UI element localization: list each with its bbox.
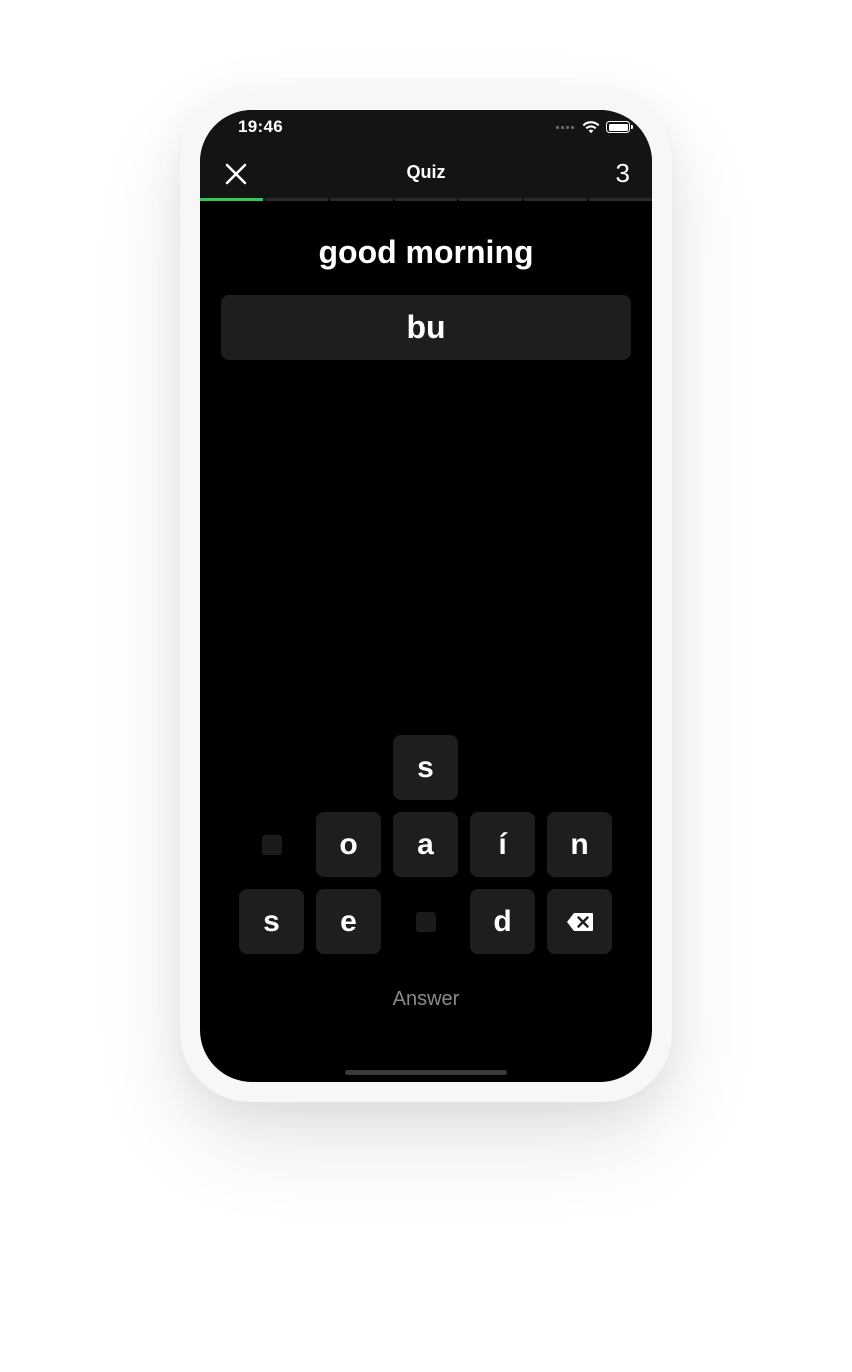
letter-key-s[interactable]: s [393, 735, 458, 800]
letter-key-i-acute[interactable]: í [470, 812, 535, 877]
battery-icon [606, 121, 633, 133]
letter-key-o[interactable]: o [316, 812, 381, 877]
quiz-progress-bar [200, 198, 652, 201]
remaining-count: 3 [615, 158, 630, 188]
status-icons [556, 118, 633, 136]
progress-segment [329, 198, 393, 201]
question-prompt: good morning [318, 234, 534, 270]
letter-key-n[interactable]: n [547, 812, 612, 877]
wifi-icon [582, 121, 600, 134]
progress-segment [459, 198, 523, 201]
home-indicator[interactable] [345, 1070, 507, 1075]
nav-title: Quiz [406, 162, 446, 182]
letter-key-d[interactable]: d [470, 889, 535, 954]
letter-key-s[interactable]: s [239, 889, 304, 954]
progress-segment [264, 198, 328, 201]
progress-segment [394, 198, 458, 201]
status-time: 19:46 [238, 117, 283, 136]
show-answer-button[interactable]: Answer [200, 988, 652, 1011]
answer-input[interactable]: bu [221, 295, 631, 360]
top-bar: 19:46 Quiz 3 [200, 110, 652, 201]
backspace-icon [566, 912, 593, 931]
letter-key-e[interactable]: e [316, 889, 381, 954]
signal-icon [556, 125, 574, 129]
progress-segment-complete [200, 198, 263, 201]
app-screen: 19:46 Quiz 3 good morning bu s o a í n s… [200, 110, 652, 1082]
backspace-button[interactable] [547, 889, 612, 954]
letter-key-used [239, 812, 304, 877]
letter-key-used [393, 889, 458, 954]
page-background: 19:46 Quiz 3 good morning bu s o a í n s… [0, 0, 852, 1372]
progress-segment [524, 198, 588, 201]
progress-segment [589, 198, 652, 201]
letter-key-a[interactable]: a [393, 812, 458, 877]
